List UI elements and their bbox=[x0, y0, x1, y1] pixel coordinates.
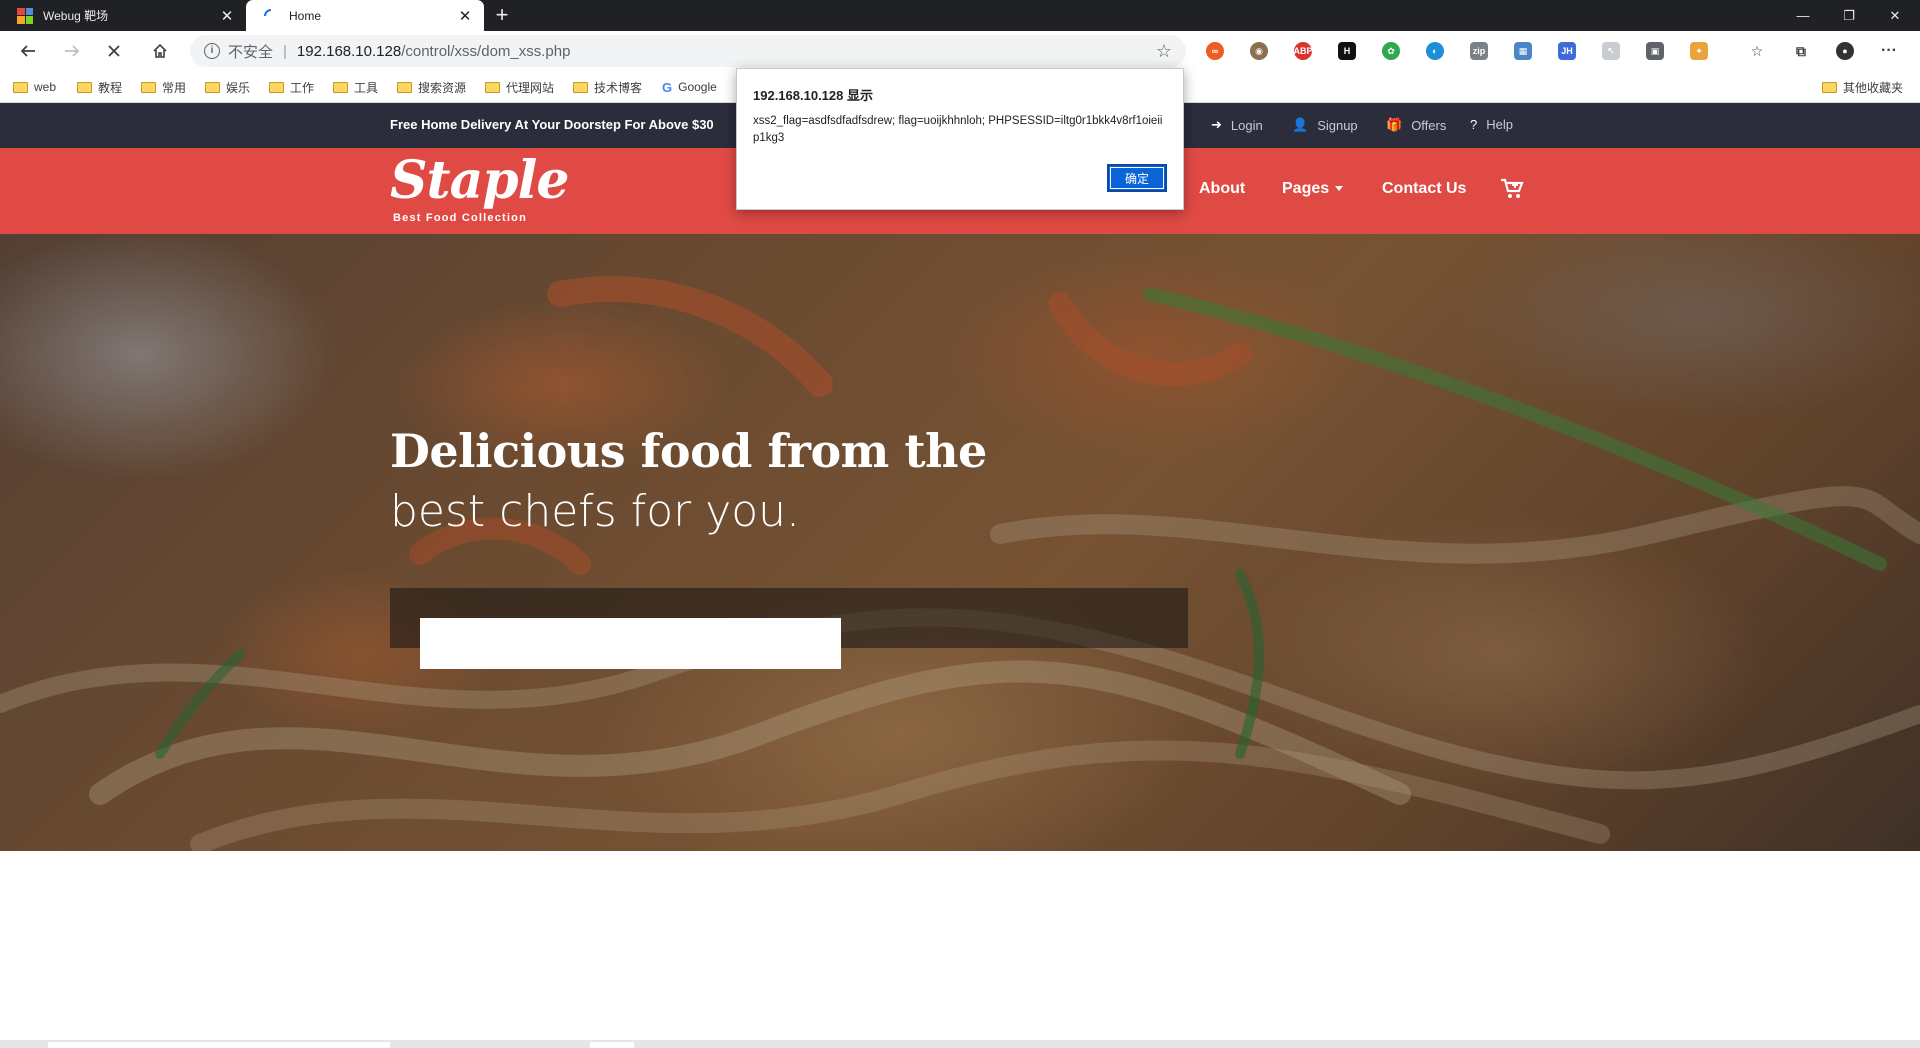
bookmark-folder[interactable]: 工作 bbox=[269, 78, 314, 96]
close-window-icon[interactable]: ✕ bbox=[1872, 0, 1918, 31]
loading-spinner-icon bbox=[263, 8, 279, 24]
info-icon[interactable]: i bbox=[204, 43, 220, 59]
gift-icon: 🎁 bbox=[1386, 117, 1403, 132]
folder-icon bbox=[333, 81, 348, 93]
folder-icon bbox=[485, 81, 500, 93]
bookmark-folder[interactable]: web bbox=[13, 78, 56, 96]
scrollbar-thumb[interactable] bbox=[48, 1042, 390, 1048]
close-tab-icon[interactable]: ✕ bbox=[454, 7, 476, 25]
extension-jh-icon[interactable]: JH bbox=[1558, 42, 1576, 60]
restore-window-icon[interactable]: ❐ bbox=[1826, 0, 1872, 31]
close-tab-icon[interactable]: ✕ bbox=[216, 7, 238, 25]
favorites-list-icon[interactable]: ☆ bbox=[1748, 42, 1766, 60]
signup-link[interactable]: 👤 Signup bbox=[1292, 117, 1358, 133]
address-bar[interactable]: i 不安全 | 192.168.10.128 /control/xss/dom_… bbox=[190, 35, 1186, 67]
bookmark-folder[interactable]: 工具 bbox=[333, 78, 378, 96]
extension-cursor-icon[interactable]: ↖ bbox=[1602, 42, 1620, 60]
home-icon[interactable] bbox=[146, 37, 174, 65]
security-label: 不安全 bbox=[228, 43, 274, 61]
nav-contact-us[interactable]: Contact Us bbox=[1382, 180, 1466, 198]
caret-down-icon bbox=[1335, 186, 1344, 192]
bookmark-google[interactable]: G Google bbox=[662, 78, 717, 96]
google-icon: G bbox=[662, 79, 673, 95]
scrollbar-segment bbox=[590, 1042, 634, 1048]
delivery-promo: Free Home Delivery At Your Doorstep For … bbox=[390, 117, 714, 132]
folder-icon bbox=[77, 81, 92, 93]
sign-in-icon: ➜ bbox=[1211, 117, 1222, 132]
logo-tagline: Best Food Collection bbox=[393, 212, 527, 224]
url-host: 192.168.10.128 bbox=[296, 42, 402, 60]
extension-gitzip-icon[interactable]: zip bbox=[1470, 42, 1488, 60]
tab-title: Webug 靶场 bbox=[43, 9, 109, 23]
folder-icon bbox=[141, 81, 156, 93]
forward-arrow-icon[interactable] bbox=[58, 37, 86, 65]
shopping-cart-icon[interactable] bbox=[1500, 178, 1524, 200]
bookmark-folder[interactable]: 技术博客 bbox=[573, 78, 642, 96]
extension-infinity-icon[interactable]: ∞ bbox=[1206, 42, 1224, 60]
minimize-window-icon[interactable]: — bbox=[1780, 0, 1826, 31]
extension-owl-icon[interactable]: ◉ bbox=[1250, 42, 1268, 60]
login-link[interactable]: ➜ Login bbox=[1211, 117, 1263, 133]
profile-avatar[interactable]: ● bbox=[1836, 42, 1854, 60]
tab-home[interactable]: Home ✕ bbox=[246, 0, 484, 31]
bookmark-folder[interactable]: 代理网站 bbox=[485, 78, 554, 96]
folder-icon bbox=[205, 81, 220, 93]
other-bookmarks-folder[interactable]: 其他收藏夹 bbox=[1822, 78, 1903, 96]
extension-adblock-icon[interactable]: ABP bbox=[1294, 42, 1313, 60]
nav-pages[interactable]: Pages bbox=[1282, 180, 1344, 198]
extension-pinwheel-icon[interactable]: ✦ bbox=[1690, 42, 1708, 60]
site-logo[interactable]: Staple bbox=[390, 150, 569, 211]
star-icon[interactable]: ☆ bbox=[1156, 41, 1172, 62]
url-path: /control/xss/dom_xss.php bbox=[401, 42, 571, 60]
bookmark-folder[interactable]: 常用 bbox=[141, 78, 186, 96]
user-plus-icon: 👤 bbox=[1292, 117, 1309, 132]
extension-grid-icon[interactable]: ▦ bbox=[1514, 42, 1532, 60]
alert-dialog: 192.168.10.128 显示 xss2_flag=asdfsdfadfsd… bbox=[736, 68, 1184, 210]
folder-icon bbox=[573, 81, 588, 93]
question-circle-icon: ? bbox=[1470, 117, 1478, 132]
extension-chat-icon[interactable]: ▣ bbox=[1646, 42, 1664, 60]
separator: | bbox=[283, 42, 287, 60]
tab-strip: Webug 靶场 ✕ Home ✕ + — ❐ ✕ bbox=[0, 0, 1920, 31]
extension-bird-icon[interactable]: ◐ bbox=[1426, 42, 1444, 60]
bookmark-folder[interactable]: 搜索资源 bbox=[397, 78, 466, 96]
hero-overlay bbox=[0, 234, 1920, 851]
help-link[interactable]: ? Help bbox=[1470, 117, 1513, 132]
more-dots-icon[interactable]: ··· bbox=[1880, 42, 1898, 60]
webug-favicon-icon bbox=[17, 7, 33, 24]
bookmark-folder[interactable]: 娱乐 bbox=[205, 78, 250, 96]
search-input[interactable] bbox=[420, 618, 841, 669]
hero-banner: Delicious food from the best chefs for y… bbox=[0, 234, 1920, 851]
dialog-message: xss2_flag=asdfsdfadfsdrew; flag=uoijkhhn… bbox=[753, 115, 1163, 144]
folder-icon bbox=[397, 81, 412, 93]
collections-icon[interactable]: ⧉ bbox=[1792, 42, 1810, 60]
bookmark-folder[interactable]: 教程 bbox=[77, 78, 122, 96]
dialog-title: 192.168.10.128 显示 bbox=[753, 88, 873, 103]
extension-h-icon[interactable]: H bbox=[1338, 42, 1356, 60]
back-arrow-icon[interactable] bbox=[14, 37, 42, 65]
browser-toolbar: i 不安全 | 192.168.10.128 /control/xss/dom_… bbox=[0, 31, 1920, 71]
tab-title: Home bbox=[289, 8, 322, 23]
stop-x-icon[interactable] bbox=[100, 37, 128, 65]
horizontal-scrollbar[interactable] bbox=[0, 1040, 1920, 1048]
extension-paw-icon[interactable]: ✿ bbox=[1382, 42, 1400, 60]
folder-icon bbox=[269, 81, 284, 93]
folder-icon bbox=[1822, 81, 1837, 93]
new-tab-button[interactable]: + bbox=[490, 3, 514, 27]
nav-about[interactable]: About bbox=[1199, 180, 1245, 198]
hero-title: Delicious food from the bbox=[390, 424, 987, 478]
offers-link[interactable]: 🎁 Offers bbox=[1386, 117, 1446, 133]
folder-icon bbox=[13, 81, 28, 93]
hero-subtitle: best chefs for you. bbox=[390, 486, 801, 537]
tab-webug[interactable]: Webug 靶场 ✕ bbox=[0, 0, 246, 31]
ok-button[interactable]: 确定 bbox=[1107, 164, 1167, 192]
